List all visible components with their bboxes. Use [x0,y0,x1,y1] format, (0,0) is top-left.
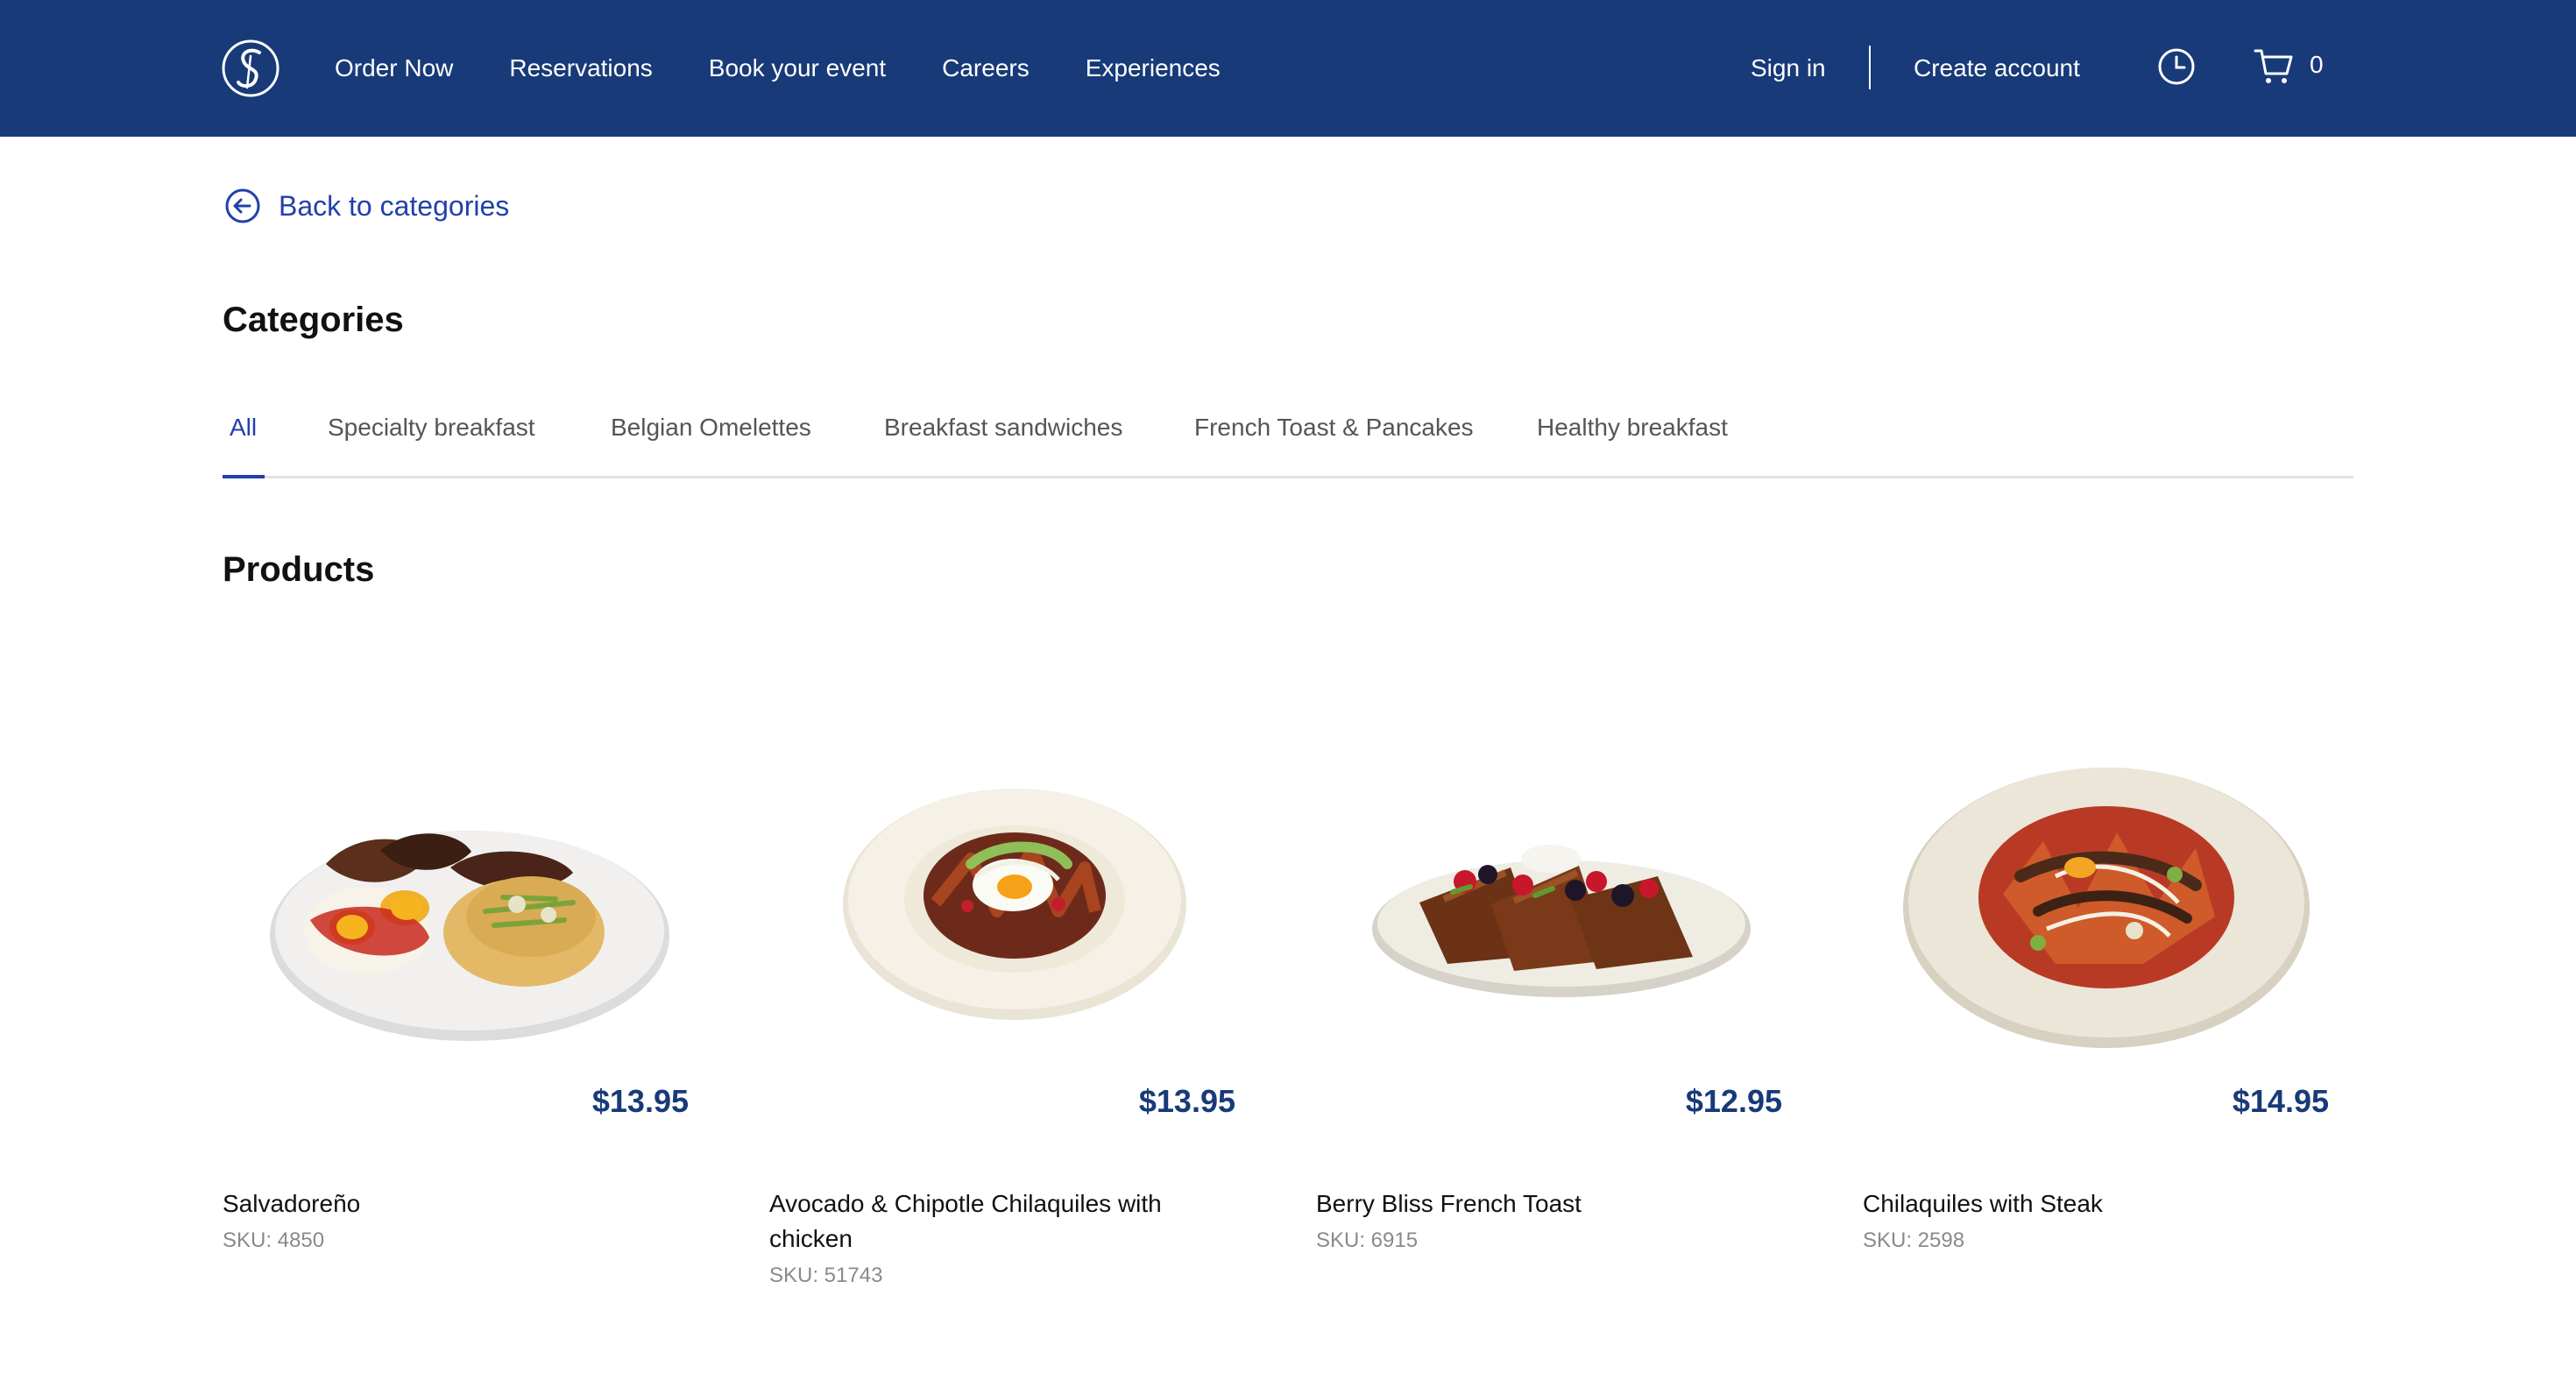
nav-experiences[interactable]: Experiences [1086,54,1221,82]
nav-order-now[interactable]: Order Now [335,54,453,82]
tab-specialty-breakfast[interactable]: Specialty breakfast [328,414,535,442]
product-image-salvadoreno[interactable] [223,701,713,1069]
product-name[interactable]: Avocado & Chipotle Chilaquiles with chic… [769,1186,1207,1257]
top-navigation-bar: Order Now Reservations Book your event C… [0,0,2576,137]
product-name[interactable]: Salvadoreño [223,1186,661,1222]
product-name[interactable]: Chilaquiles with Steak [1863,1186,2301,1222]
main-nav: Order Now Reservations Book your event C… [335,0,1277,137]
nav-reservations[interactable]: Reservations [509,54,652,82]
product-price: $14.95 [2232,1083,2329,1119]
cart-icon[interactable] [2254,46,2294,86]
product-sku: SKU: 4850 [223,1229,325,1252]
header-divider [1869,46,1871,89]
product-card[interactable]: $13.95 Avocado & Chipotle Chilaquiles wi… [769,701,1260,1314]
tab-all[interactable]: All [230,414,257,442]
product-image-berry-french-toast[interactable] [1316,701,1807,1069]
categories-heading: Categories [223,301,404,339]
clock-icon[interactable] [2157,47,2196,86]
back-to-categories-link[interactable]: Back to categories [224,188,509,224]
create-account-link[interactable]: Create account [1914,54,2080,82]
category-tabs: All Specialty breakfast Belgian Omelette… [223,403,2353,478]
cart-count: 0 [2310,51,2324,78]
sign-in-wrapper: Sign in [1751,0,1826,137]
product-card[interactable]: $14.95 Chilaquiles with Steak SKU: 2598 [1863,701,2353,1314]
tab-healthy-breakfast[interactable]: Healthy breakfast [1537,414,1728,442]
tabs-divider [223,476,2353,478]
product-name[interactable]: Berry Bliss French Toast [1316,1186,1754,1222]
active-tab-indicator [223,475,265,478]
products-heading: Products [223,550,375,589]
nav-book-event[interactable]: Book your event [709,54,886,82]
product-price: $12.95 [1685,1083,1782,1119]
brand-logo[interactable] [221,39,280,98]
product-sku: SKU: 6915 [1316,1229,1419,1252]
tab-belgian-omelettes[interactable]: Belgian Omelettes [611,414,811,442]
tab-french-toast-pancakes[interactable]: French Toast & Pancakes [1194,414,1474,442]
product-sku: SKU: 2598 [1863,1229,1965,1252]
arrow-left-circle-icon [225,188,260,223]
product-card[interactable]: $12.95 Berry Bliss French Toast SKU: 691… [1316,701,1807,1314]
tab-breakfast-sandwiches[interactable]: Breakfast sandwiches [884,414,1122,442]
product-card[interactable]: $13.95 Salvadoreño SKU: 4850 [223,701,713,1314]
nav-careers[interactable]: Careers [942,54,1030,82]
product-image-avocado-chilaquiles[interactable] [769,701,1260,1069]
product-sku: SKU: 51743 [769,1264,883,1287]
sign-in-link[interactable]: Sign in [1751,54,1826,82]
product-image-chilaquiles-steak[interactable] [1863,701,2353,1069]
create-account-wrapper: Create account [1914,0,2080,137]
product-price: $13.95 [1138,1083,1235,1119]
product-price: $13.95 [591,1083,689,1119]
back-link-label: Back to categories [279,189,510,222]
